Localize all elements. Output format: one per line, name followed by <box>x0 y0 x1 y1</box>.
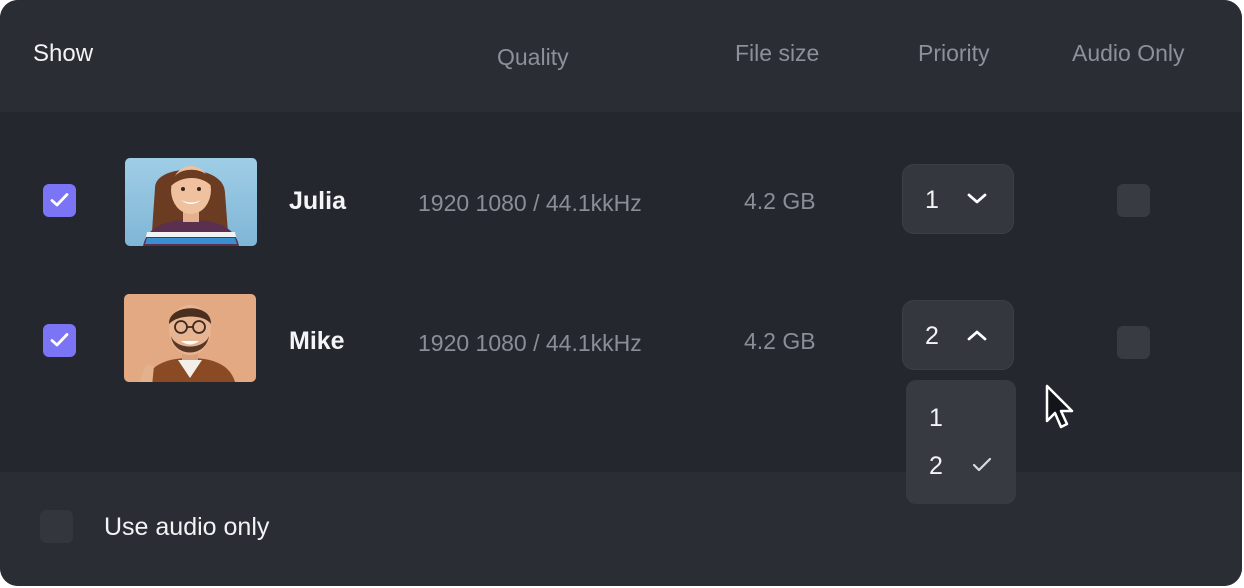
mouse-cursor-icon <box>1045 384 1074 429</box>
priority-value: 2 <box>925 322 939 350</box>
avatar-julia <box>125 158 257 246</box>
header-show: Show <box>33 40 94 67</box>
chevron-up-icon <box>967 330 987 341</box>
show-checkbox-julia[interactable] <box>43 184 76 217</box>
quality-mike: 1920 1080 / 44.1kkHz <box>418 330 642 356</box>
table-header <box>0 0 1242 112</box>
avatar-mike <box>124 294 256 382</box>
file-size-julia: 4.2 GB <box>744 188 816 214</box>
show-checkbox-mike[interactable] <box>43 324 76 357</box>
priority-value: 1 <box>925 186 939 214</box>
checkmark-icon <box>50 193 69 207</box>
priority-select-mike[interactable]: 2 <box>902 300 1014 370</box>
file-size-mike: 4.2 GB <box>744 328 816 354</box>
priority-option-2[interactable]: 2 <box>929 452 943 481</box>
checkmark-icon <box>972 457 992 472</box>
priority-option-1[interactable]: 1 <box>929 404 943 433</box>
header-priority: Priority <box>918 40 990 66</box>
audio-only-checkbox-mike[interactable] <box>1117 326 1150 359</box>
chevron-down-icon <box>967 193 987 204</box>
use-audio-only-label: Use audio only <box>104 513 270 541</box>
participant-name-mike: Mike <box>289 327 345 355</box>
audio-only-checkbox-julia[interactable] <box>1117 184 1150 217</box>
priority-dropdown-menu: 1 2 <box>906 380 1016 504</box>
checkmark-icon <box>50 333 69 347</box>
priority-select-julia[interactable]: 1 <box>902 164 1014 234</box>
participant-name-julia: Julia <box>289 187 346 215</box>
quality-julia: 1920 1080 / 44.1kkHz <box>418 190 642 216</box>
media-export-panel: Show Quality File size Priority Audio On… <box>0 0 1242 586</box>
use-audio-only-checkbox[interactable] <box>40 510 73 543</box>
header-quality: Quality <box>497 44 569 70</box>
header-audio-only: Audio Only <box>1072 40 1185 66</box>
header-file-size: File size <box>735 40 820 66</box>
